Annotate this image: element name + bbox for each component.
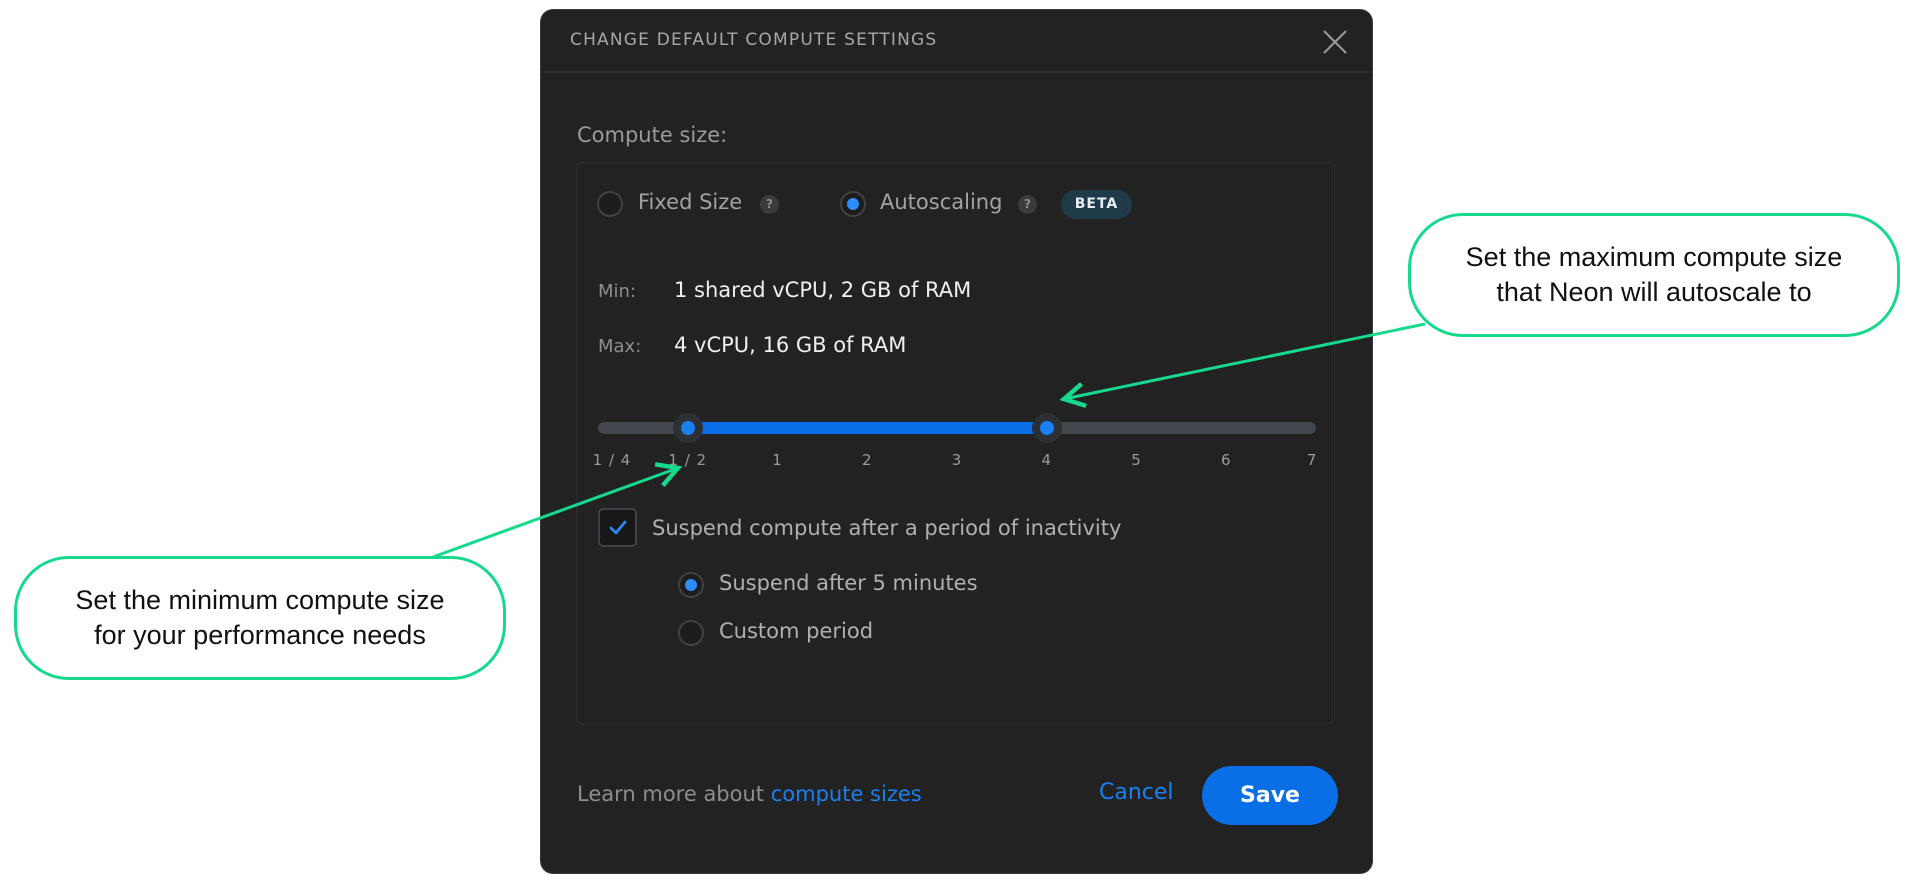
compute-settings-dialog: CHANGE DEFAULT COMPUTE SETTINGS Compute … (541, 10, 1372, 873)
slider-max-thumb[interactable] (1031, 413, 1062, 443)
slider-min-thumb[interactable] (672, 413, 703, 443)
slider-tick-label: 2 (861, 451, 873, 469)
slider-tick-label: 3 (951, 451, 963, 469)
compute-range-slider[interactable]: 1 / 4 1 / 2 1 2 3 4 5 6 7 (593, 408, 1316, 469)
max-callout-line-1: Set the maximum compute size (1465, 242, 1843, 272)
fixed-size-label[interactable]: Fixed Size (638, 190, 742, 214)
max-key: Max: (598, 336, 642, 357)
autoscaling-label[interactable]: Autoscaling (880, 190, 1002, 214)
save-button[interactable]: Save (1202, 766, 1338, 825)
slider-tick-label: 1 (772, 451, 783, 469)
slider-tick-label: 1 / 4 (592, 451, 632, 469)
fixed-size-help-icon[interactable]: ? (760, 195, 779, 214)
suspend-5-minutes-label[interactable]: Suspend after 5 minutes (719, 571, 978, 595)
custom-period-label[interactable]: Custom period (719, 619, 873, 643)
min-size-callout: Set the minimum compute size for your pe… (14, 556, 506, 680)
autoscaling-help-icon[interactable]: ? (1018, 195, 1037, 214)
min-callout-line-2: for your performance needs (94, 620, 426, 650)
slider-range-fill (687, 422, 1047, 434)
min-callout-line-1: Set the minimum compute size (75, 585, 445, 615)
slider-tick-label: 1 / 2 (668, 451, 708, 469)
suspend-5-minutes-radio[interactable] (678, 572, 704, 598)
slider-tick-label: 4 (1041, 451, 1053, 469)
cancel-button[interactable]: Cancel (1099, 780, 1174, 805)
autoscaling-radio[interactable] (840, 191, 866, 217)
learn-more-prefix: Learn more about (577, 782, 765, 806)
dialog-header: CHANGE DEFAULT COMPUTE SETTINGS (541, 10, 1372, 73)
min-key: Min: (598, 281, 637, 302)
beta-badge: BETA (1061, 190, 1132, 219)
suspend-compute-label[interactable]: Suspend compute after a period of inacti… (652, 516, 1121, 540)
custom-period-radio[interactable] (678, 620, 704, 646)
compute-sizes-link[interactable]: compute sizes (771, 782, 922, 806)
close-button[interactable] (1321, 28, 1349, 56)
max-size-callout: Set the maximum compute size that Neon w… (1408, 213, 1900, 337)
slider-tick-label: 6 (1220, 451, 1232, 469)
learn-more-text: Learn more about compute sizes (577, 782, 922, 806)
min-value: 1 shared vCPU, 2 GB of RAM (674, 278, 972, 302)
dialog-title: CHANGE DEFAULT COMPUTE SETTINGS (570, 30, 938, 50)
compute-size-label: Compute size: (577, 123, 728, 147)
max-callout-line-2: that Neon will autoscale to (1496, 277, 1812, 307)
fixed-size-radio[interactable] (597, 191, 623, 217)
check-icon (609, 520, 627, 535)
suspend-compute-checkbox[interactable] (598, 508, 637, 547)
slider-tick-label: 5 (1131, 451, 1142, 469)
close-icon (1323, 30, 1347, 54)
max-value: 4 vCPU, 16 GB of RAM (674, 333, 907, 357)
slider-tick-label: 7 (1306, 451, 1318, 469)
